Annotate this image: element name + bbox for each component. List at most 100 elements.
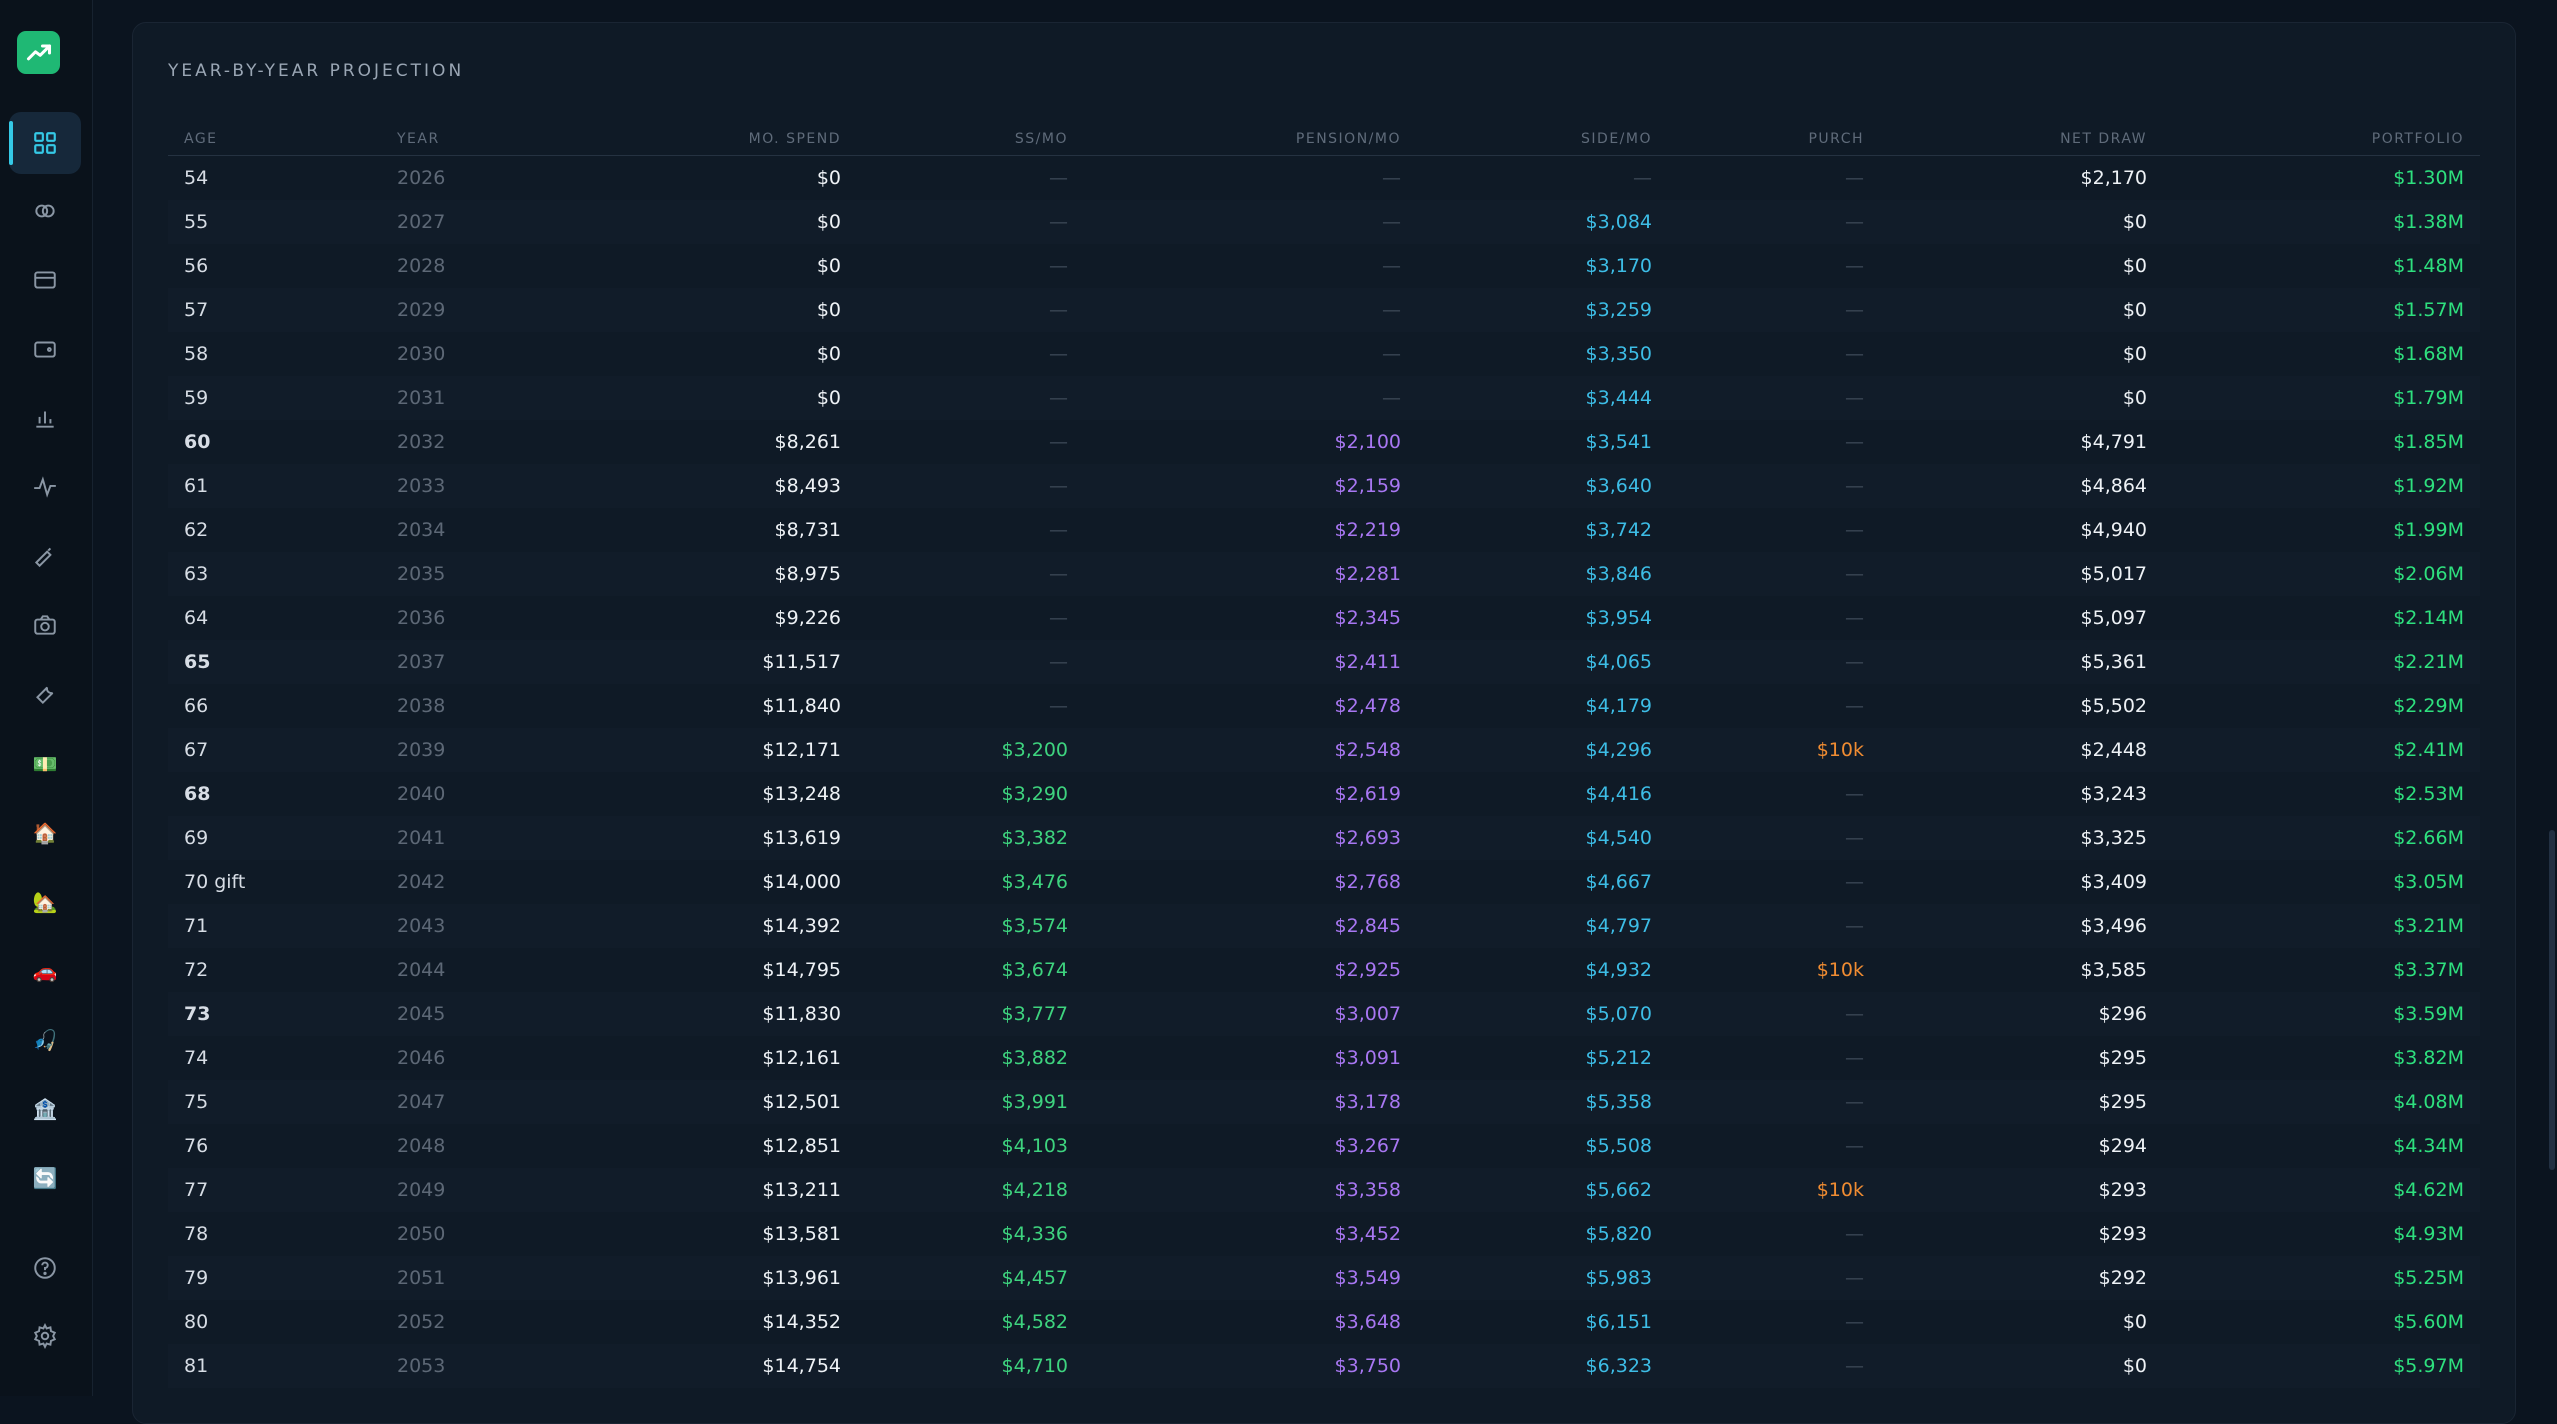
cell-portfolio: $2.53M (2393, 783, 2464, 805)
col-age[interactable]: AGE (168, 123, 381, 156)
cell-pension-mo: $2,411 (1084, 640, 1417, 684)
cell-ss-mo: $3,777 (857, 992, 1084, 1036)
col-mo-spend[interactable]: MO. SPEND (594, 123, 857, 156)
nav-house[interactable]: 🏠 (9, 802, 81, 864)
nav-activity[interactable] (9, 456, 81, 518)
nav-reports[interactable] (9, 387, 81, 449)
cell-year: 2042 (397, 871, 446, 893)
table-row: 74 2046 $12,161 $3,882 $3,091 $5,212 — $295 $3.8… (168, 1036, 2480, 1080)
table-row: 76 2048 $12,851 $4,103 $3,267 $5,508 — $294 $4.3… (168, 1124, 2480, 1168)
trend-up-icon (26, 43, 51, 60)
nav-camera[interactable] (9, 594, 81, 656)
cell-purch: — (1668, 200, 1880, 244)
cell-mo-spend: $0 (816, 255, 841, 277)
money-emoji-icon: 💵 (32, 752, 58, 776)
projection-card: YEAR-BY-YEAR PROJECTION AGE YEAR MO. SPE… (132, 22, 2516, 1424)
cell-year: 2039 (381, 728, 594, 772)
nav-settings[interactable] (9, 1305, 81, 1367)
cell-ss-mo: $3,382 (857, 816, 1084, 860)
nav-wallet[interactable] (9, 318, 81, 380)
col-ss-mo[interactable]: SS/MO (857, 123, 1084, 156)
nav-refresh[interactable]: 🔄 (9, 1147, 81, 1209)
cell-side-mo: $4,667 (1585, 871, 1652, 893)
cell-net-draw: $4,791 (2080, 431, 2147, 453)
cell-net-draw: $0 (1880, 376, 2163, 420)
cell-year: 2034 (397, 519, 446, 541)
cell-portfolio: $2.14M (2393, 607, 2464, 629)
projection-table: AGE YEAR MO. SPEND SS/MO PENSION/MO SIDE… (168, 123, 2480, 1388)
cell-purch: — (1845, 607, 1864, 629)
cell-age: 77 (168, 1168, 381, 1212)
cell-net-draw: $2,448 (1880, 728, 2163, 772)
cell-side-mo: $4,797 (1417, 904, 1668, 948)
cell-purch: — (1668, 552, 1880, 596)
table-row: 57 2029 $0— — $3,259— $0 $1.57M (168, 288, 2480, 332)
cell-pension-mo: $2,345 (1334, 607, 1401, 629)
table-row: 77 2049 $13,211 $4,218 $3,358 $5,662 $10k $293 $… (168, 1168, 2480, 1212)
nav-fishing[interactable]: 🎣 (9, 1009, 81, 1071)
cell-year: 2047 (381, 1080, 594, 1124)
col-pension-mo[interactable]: PENSION/MO (1084, 123, 1417, 156)
card-title: YEAR-BY-YEAR PROJECTION (168, 61, 465, 81)
cell-pension-mo: $3,091 (1334, 1047, 1401, 1069)
scrollbar-thumb[interactable] (2549, 830, 2555, 1170)
cell-side-mo: $5,358 (1417, 1080, 1668, 1124)
cell-net-draw: $3,496 (1880, 904, 2163, 948)
cell-purch: — (1668, 1256, 1880, 1300)
cell-purch: — (1845, 1223, 1864, 1245)
cell-net-draw: $2,170 (2080, 167, 2147, 189)
nav-rings[interactable] (9, 180, 81, 242)
cell-mo-spend: $12,851 (762, 1135, 841, 1157)
cell-ss-mo: $4,218 (857, 1168, 1084, 1212)
col-portfolio[interactable]: PORTFOLIO (2163, 123, 2480, 156)
table-row: 71 2043 $14,392 $3,574 $2,845 $4,797— $3,496 $3… (168, 904, 2480, 948)
cell-year: 2044 (397, 959, 446, 981)
nav-tools[interactable] (9, 663, 81, 725)
cell-net-draw: $3,243 (2080, 783, 2147, 805)
cell-age: 58 (184, 343, 209, 365)
fishing-emoji-icon: 🎣 (32, 1028, 58, 1052)
cell-age: 75 (168, 1080, 381, 1124)
cell-age: 65 (168, 640, 381, 684)
cell-year: 2032 (397, 431, 446, 453)
cell-ss-mo: — (857, 464, 1084, 508)
cell-year: 2040 (397, 783, 446, 805)
nav-dashboard[interactable] (9, 112, 81, 174)
credit-card-icon (34, 271, 56, 289)
cell-pension-mo: $2,925 (1334, 959, 1401, 981)
col-net-draw[interactable]: NET DRAW (1880, 123, 2163, 156)
cell-pension-mo: $3,750 (1084, 1344, 1417, 1388)
nav-edit[interactable] (9, 525, 81, 587)
cell-ss-mo: — (1049, 255, 1068, 277)
cell-ss-mo: $4,582 (1001, 1311, 1068, 1333)
cell-portfolio: $2.41M (2163, 728, 2480, 772)
table-row: 54 2026 $0 — — — — $2,170 $1.30M (168, 156, 2480, 201)
cell-purch: — (1845, 871, 1864, 893)
nav-house-garden[interactable]: 🏡 (9, 871, 81, 933)
col-purch[interactable]: PURCH (1668, 123, 1880, 156)
cell-portfolio: $1.85M (2393, 431, 2464, 453)
nav-bank[interactable]: 🏦 (9, 1078, 81, 1140)
bank-emoji-icon: 🏦 (32, 1097, 58, 1121)
cell-net-draw: $296 (1880, 992, 2163, 1036)
cell-pension-mo: $2,548 (1084, 728, 1417, 772)
col-side-mo[interactable]: SIDE/MO (1417, 123, 1668, 156)
nav-money[interactable]: 💵 (9, 733, 81, 795)
cell-ss-mo: $3,290 (1001, 783, 1068, 805)
cell-portfolio: $2.66M (2163, 816, 2480, 860)
col-year[interactable]: YEAR (381, 123, 594, 156)
nav-car[interactable]: 🚗 (9, 940, 81, 1002)
app-logo[interactable] (17, 31, 60, 74)
cell-pension-mo: — (1084, 288, 1417, 332)
table-row: 75 2047 $12,501 $3,991 $3,178 $5,358— $295 $4.0… (168, 1080, 2480, 1124)
cell-ss-mo: — (1049, 519, 1068, 541)
refresh-emoji-icon: 🔄 (32, 1166, 58, 1190)
cell-mo-spend: $0 (594, 376, 857, 420)
cell-year: 2033 (381, 464, 594, 508)
cell-side-mo: $3,846 (1417, 552, 1668, 596)
cell-portfolio: $2.21M (2163, 640, 2480, 684)
cell-side-mo: $3,350 (1585, 343, 1652, 365)
nav-cards[interactable] (9, 249, 81, 311)
nav-help[interactable] (9, 1237, 81, 1299)
cell-age: 54 (184, 167, 209, 189)
